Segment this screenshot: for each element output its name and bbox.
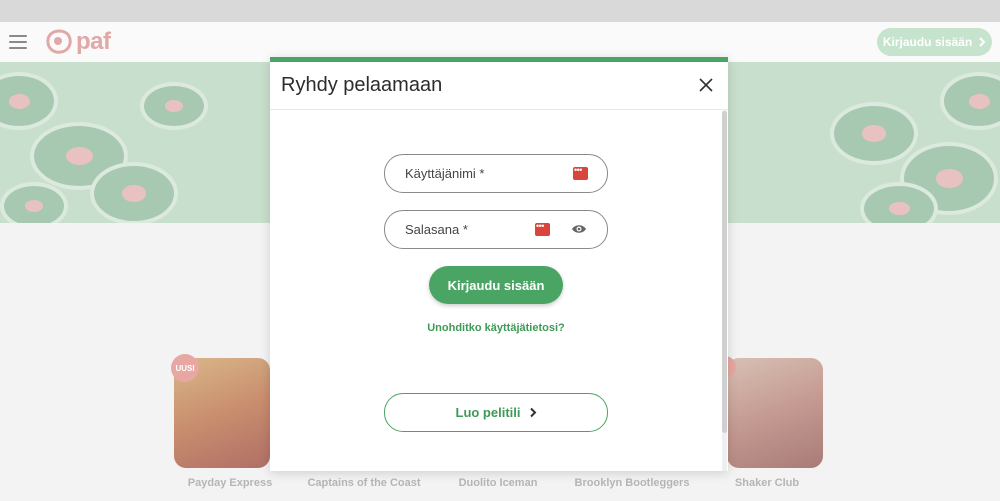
username-field[interactable]: Käyttäjänimi * [384,154,608,193]
game-title[interactable]: Captains of the Coast [300,477,428,489]
site-header: paf Kirjaudu sisään [0,22,1000,62]
game-title[interactable]: Shaker Club [727,477,807,489]
password-manager-icon[interactable] [573,165,588,180]
game-title[interactable]: Brooklyn Bootleggers [568,477,696,489]
header-login-label: Kirjaudu sisään [882,35,973,49]
header-login-button[interactable]: Kirjaudu sisään [877,28,992,56]
modal-header: Ryhdy pelaamaan [270,62,728,110]
username-label: Käyttäjänimi * [405,166,485,181]
browser-top-strip [0,0,1000,22]
casino-chip-decoration [90,162,178,223]
casino-chip-decoration [0,182,68,223]
create-account-label: Luo pelitili [455,405,521,420]
modal-scrollbar-thumb[interactable] [722,111,727,433]
casino-chip-decoration [140,82,208,130]
password-manager-icon[interactable] [535,221,550,236]
paf-logo[interactable]: paf [45,28,111,56]
modal-title: Ryhdy pelaamaan [281,74,443,96]
casino-chip-decoration [830,102,918,165]
create-account-button[interactable]: Luo pelitili [384,393,608,432]
game-title[interactable]: Duolito Iceman [448,477,548,489]
hamburger-menu-icon[interactable] [9,35,27,49]
password-field[interactable]: Salasana * [384,210,608,249]
forgot-credentials-link[interactable]: Unohditko käyttäjätietosi? [270,322,722,334]
login-button[interactable]: Kirjaudu sisään [429,266,563,304]
login-modal: Ryhdy pelaamaan Käyttäjänimi * Salasana … [270,57,728,471]
close-icon[interactable] [698,77,714,93]
password-label: Salasana * [405,222,468,237]
chevron-right-icon [979,37,986,47]
casino-chip-decoration [0,72,58,130]
game-title[interactable]: Payday Express [174,477,286,489]
new-badge: UUSI [171,354,199,382]
logo-text: paf [76,28,111,55]
paf-logo-icon [46,29,72,54]
chevron-right-icon [529,407,536,418]
eye-icon[interactable] [571,223,587,235]
casino-chip-decoration [940,72,1000,130]
game-card-shaker-club[interactable] [727,358,823,468]
